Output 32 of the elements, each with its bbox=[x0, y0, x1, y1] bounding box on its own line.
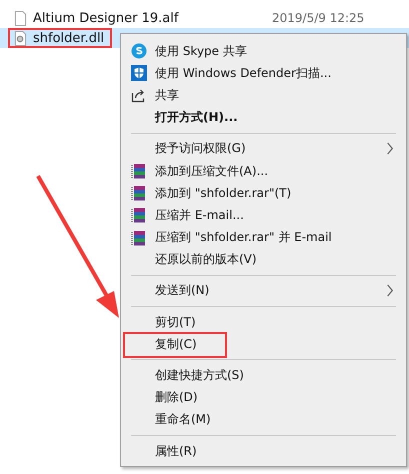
file-name: Altium Designer 19.alf bbox=[33, 10, 178, 26]
archive-icon bbox=[131, 163, 147, 180]
file-row[interactable]: Altium Designer 19.alf 2019/5/9 12:25 bbox=[0, 8, 409, 28]
file-name: shfolder.dll bbox=[33, 30, 104, 46]
skype-icon bbox=[131, 43, 147, 60]
share-icon bbox=[131, 87, 147, 104]
menu-item[interactable]: 添加到压缩文件(A)... bbox=[121, 160, 406, 182]
menu-item[interactable]: 删除(D) bbox=[121, 386, 406, 409]
archive-icon bbox=[131, 230, 147, 246]
menu-item[interactable]: 添加到 "shfolder.rar"(T) bbox=[121, 182, 406, 204]
file-icon bbox=[14, 10, 27, 26]
menu-item[interactable]: 发送到(N) bbox=[121, 280, 406, 302]
menu-item[interactable]: 使用 Skype 共享 bbox=[121, 40, 406, 62]
archive-icon bbox=[131, 207, 147, 224]
chevron-right-icon bbox=[386, 284, 394, 298]
archive-icon bbox=[131, 185, 147, 202]
chevron-right-icon bbox=[386, 142, 394, 156]
menu-item[interactable]: 使用 Windows Defender扫描... bbox=[121, 62, 406, 84]
menu-item[interactable]: 重命名(M) bbox=[121, 408, 406, 431]
shield-icon bbox=[131, 65, 147, 82]
menu-item[interactable]: 授予访问权限(G) bbox=[121, 138, 406, 160]
menu-item[interactable]: 打开方式(H)... bbox=[121, 106, 406, 129]
menu-item[interactable]: 共享 bbox=[121, 84, 406, 107]
gear-file-icon bbox=[14, 30, 27, 46]
menu-item[interactable]: 复制(C) bbox=[121, 333, 406, 356]
menu-item[interactable]: 创建快捷方式(S) bbox=[121, 364, 406, 387]
menu-item[interactable]: 还原以前的版本(V) bbox=[121, 248, 406, 271]
menu-item[interactable]: 剪切(T) bbox=[121, 311, 406, 334]
file-date: 2019/5/9 12:25 bbox=[272, 11, 364, 25]
menu-item[interactable]: 压缩到 "shfolder.rar" 并 E-mail bbox=[121, 226, 406, 249]
menu-item[interactable]: 压缩并 E-mail... bbox=[121, 204, 406, 226]
menu-item[interactable]: 属性(R) bbox=[121, 440, 406, 462]
